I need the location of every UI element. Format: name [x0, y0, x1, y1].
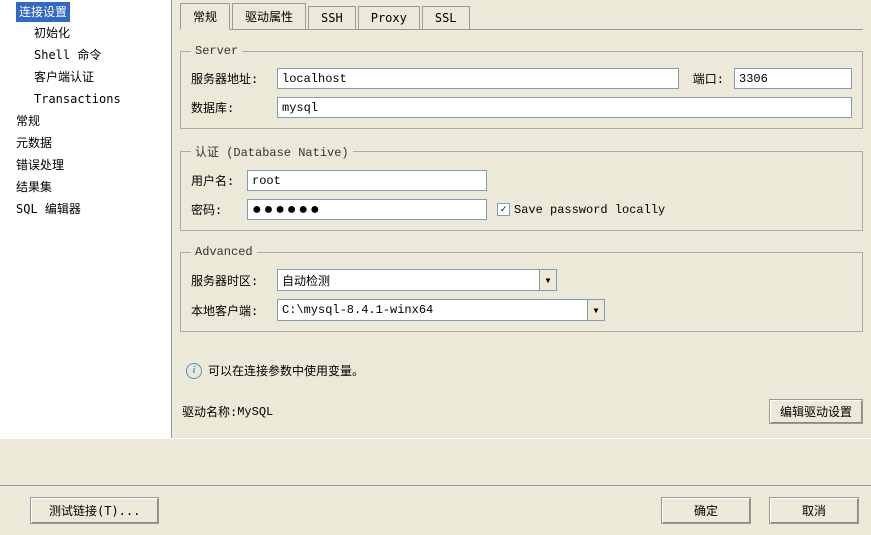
- driver-row: 驱动名称: MySQL 编辑驱动设置: [180, 399, 863, 424]
- tab-general[interactable]: 常规: [180, 3, 230, 30]
- host-label: 服务器地址:: [191, 70, 277, 87]
- cancel-button[interactable]: 取消: [769, 497, 859, 524]
- tab-ssl[interactable]: SSL: [422, 6, 470, 29]
- info-icon: i: [186, 363, 202, 379]
- tab-proxy[interactable]: Proxy: [358, 6, 420, 29]
- sidebar-item-client-auth[interactable]: 客户端认证: [0, 66, 171, 88]
- sidebar-item-connection-settings[interactable]: 连接设置: [16, 2, 70, 22]
- sidebar-item-transactions[interactable]: Transactions: [0, 88, 171, 110]
- save-password-checkbox[interactable]: ✓ Save password locally: [497, 203, 665, 217]
- sidebar-item-metadata[interactable]: 元数据: [0, 132, 171, 154]
- pass-label: 密码:: [191, 201, 247, 218]
- client-label: 本地客户端:: [191, 302, 277, 319]
- tab-driver-props[interactable]: 驱动属性: [232, 3, 306, 29]
- db-input[interactable]: [277, 97, 852, 118]
- tz-combo-value: 自动检测: [278, 270, 539, 291]
- pass-input[interactable]: [247, 199, 487, 220]
- port-input[interactable]: [734, 68, 852, 89]
- sidebar-item-general[interactable]: 常规: [0, 110, 171, 132]
- tz-label: 服务器时区:: [191, 272, 277, 289]
- client-combo-value: C:\mysql-8.4.1-winx64: [278, 301, 587, 319]
- main-panel: 常规 驱动属性 SSH Proxy SSL Server 服务器地址: 端口: …: [172, 0, 871, 438]
- client-combo[interactable]: C:\mysql-8.4.1-winx64 ▼: [277, 299, 605, 321]
- separator: [0, 438, 871, 484]
- tabs: 常规 驱动属性 SSH Proxy SSL: [180, 4, 863, 30]
- sidebar-item-sql-editor[interactable]: SQL 编辑器: [0, 198, 171, 220]
- info-text: 可以在连接参数中使用变量。: [208, 362, 364, 379]
- test-connection-button[interactable]: 测试链接(T)...: [30, 497, 159, 524]
- chevron-down-icon: ▼: [539, 270, 556, 290]
- tz-combo[interactable]: 自动检测 ▼: [277, 269, 557, 291]
- info-row: i 可以在连接参数中使用变量。: [180, 362, 863, 379]
- sidebar: 连接设置 初始化 Shell 命令 客户端认证 Transactions 常规 …: [0, 0, 172, 438]
- user-input[interactable]: [247, 170, 487, 191]
- sidebar-item-error-handling[interactable]: 错误处理: [0, 154, 171, 176]
- advanced-fieldset: Advanced 服务器时区: 自动检测 ▼ 本地客户端: C:\mysql-8…: [180, 245, 863, 332]
- sidebar-item-init[interactable]: 初始化: [0, 22, 171, 44]
- host-input[interactable]: [277, 68, 679, 89]
- chevron-down-icon: ▼: [587, 300, 604, 320]
- bottom-bar: 测试链接(T)... 确定 取消: [0, 485, 871, 535]
- ok-button[interactable]: 确定: [661, 497, 751, 524]
- edit-driver-button[interactable]: 编辑驱动设置: [769, 399, 863, 424]
- server-fieldset: Server 服务器地址: 端口: 数据库:: [180, 44, 863, 129]
- port-label: 端口:: [693, 70, 728, 87]
- auth-legend: 认证 (Database Native): [191, 143, 353, 160]
- driver-value: MySQL: [237, 405, 273, 419]
- sidebar-item-result-sets[interactable]: 结果集: [0, 176, 171, 198]
- auth-fieldset: 认证 (Database Native) 用户名: 密码: ✓ Save pas…: [180, 143, 863, 231]
- user-label: 用户名:: [191, 172, 247, 189]
- advanced-legend: Advanced: [191, 245, 257, 259]
- db-label: 数据库:: [191, 99, 277, 116]
- save-password-label: Save password locally: [514, 203, 665, 217]
- tab-ssh[interactable]: SSH: [308, 6, 356, 29]
- checkbox-icon: ✓: [497, 203, 510, 216]
- sidebar-item-shell[interactable]: Shell 命令: [0, 44, 171, 66]
- driver-label: 驱动名称:: [182, 403, 237, 420]
- server-legend: Server: [191, 44, 242, 58]
